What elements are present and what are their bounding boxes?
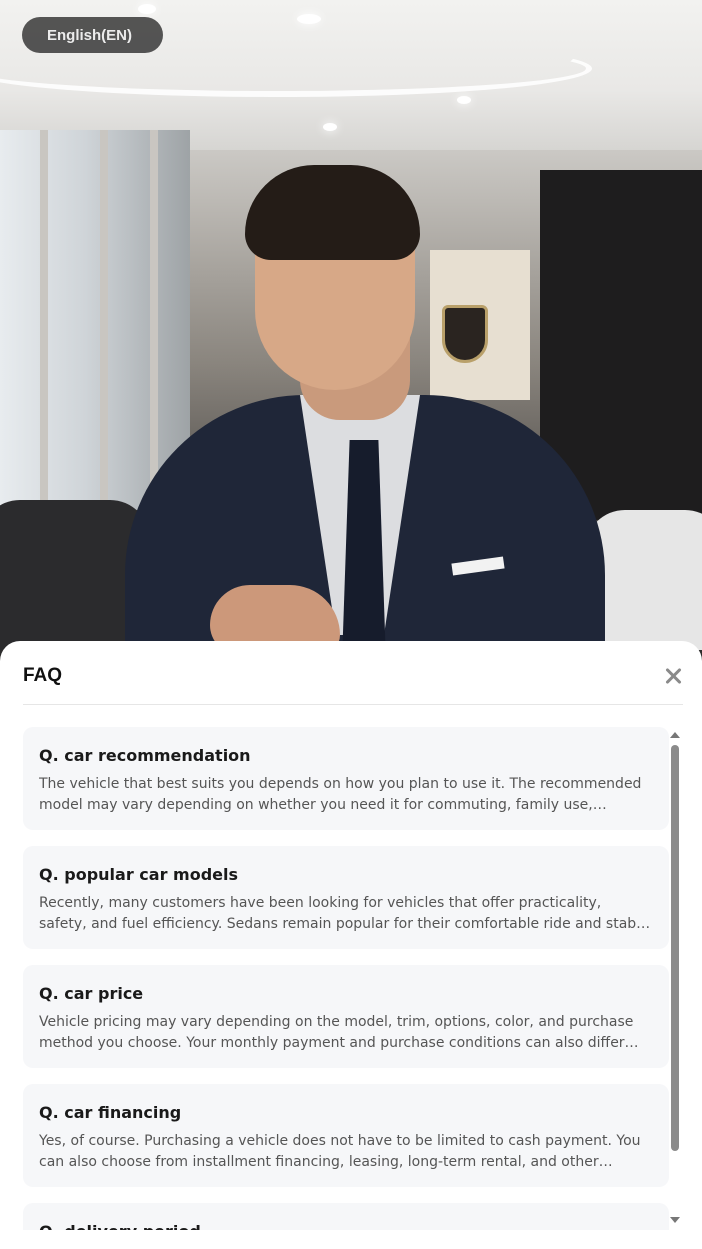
faq-answer: Recently, many customers have been looki… (39, 895, 649, 932)
faq-item[interactable]: Q. car price Vehicle pricing may vary de… (23, 965, 669, 1068)
faq-question: Q. delivery period (39, 1221, 653, 1230)
window-frame (150, 130, 158, 510)
ceiling-light (138, 4, 156, 14)
brand-emblem (442, 305, 488, 363)
faq-question: Q. car price (39, 984, 144, 1003)
ceiling-light (297, 14, 321, 24)
faq-sheet: FAQ Q. car recommendation The vehicle th… (0, 641, 702, 1249)
close-icon[interactable] (660, 662, 688, 690)
faq-answer: Vehicle pricing may vary depending on th… (39, 1014, 639, 1051)
window-frame (40, 130, 48, 510)
scroll-down-arrow-icon[interactable] (670, 1217, 680, 1223)
faq-question: Q. popular car models (39, 865, 238, 884)
scrollbar-thumb[interactable] (671, 745, 679, 1151)
language-button[interactable]: English(EN) (22, 17, 163, 53)
showroom-window (0, 130, 190, 510)
faq-item[interactable]: Q. delivery period (23, 1203, 669, 1230)
faq-question: Q. car recommendation (39, 746, 251, 765)
ceiling-light (457, 96, 471, 104)
faq-item[interactable]: Q. car financing Yes, of course. Purchas… (23, 1084, 669, 1187)
faq-answer: Yes, of course. Purchasing a vehicle doe… (39, 1133, 641, 1170)
ceiling-light (323, 123, 337, 131)
window-frame (100, 130, 108, 510)
scrollbar[interactable] (671, 745, 679, 1211)
presenter-hair (245, 165, 420, 260)
scroll-up-arrow-icon[interactable] (670, 732, 680, 738)
faq-answer: The vehicle that best suits you depends … (39, 776, 642, 813)
divider (23, 704, 683, 705)
faq-question: Q. car financing (39, 1103, 182, 1122)
faq-item[interactable]: Q. car recommendation The vehicle that b… (23, 727, 669, 830)
faq-title: FAQ (23, 665, 63, 686)
faq-list: Q. car recommendation The vehicle that b… (23, 727, 669, 1230)
background-video (0, 0, 702, 660)
faq-item[interactable]: Q. popular car models Recently, many cus… (23, 846, 669, 949)
